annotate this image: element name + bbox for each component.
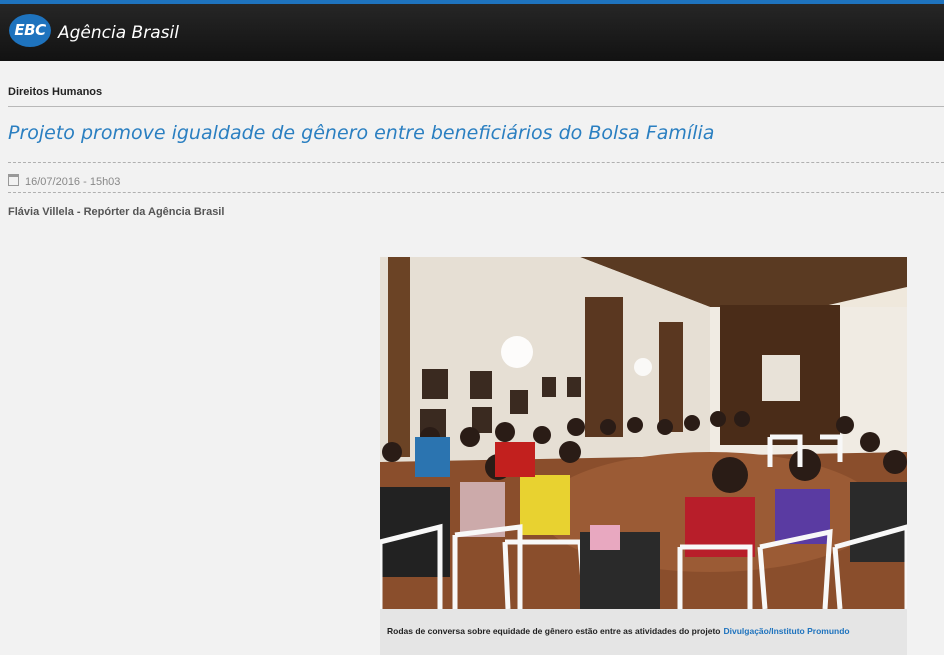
divider — [8, 106, 944, 107]
section-label[interactable]: Direitos Humanos — [8, 86, 102, 98]
divider — [8, 162, 944, 163]
caption-box: Rodas de conversa sobre equidade de gêne… — [380, 609, 907, 655]
date-row: 16/07/2016 - 15h03 — [8, 174, 120, 188]
calendar-icon — [8, 174, 19, 186]
article-photo[interactable] — [380, 257, 907, 609]
article-figure: Rodas de conversa sobre equidade de gêne… — [380, 257, 907, 655]
photo-credit[interactable]: Divulgação/Instituto Promundo — [724, 626, 850, 636]
figure-caption: Rodas de conversa sobre equidade de gêne… — [387, 626, 850, 636]
article-date: 16/07/2016 - 15h03 — [25, 176, 121, 188]
divider — [8, 192, 944, 193]
brand-name[interactable]: Agência Brasil — [58, 23, 179, 43]
caption-text: Rodas de conversa sobre equidade de gêne… — [387, 626, 721, 636]
ebc-logo[interactable]: EBC — [9, 14, 51, 47]
site-header: EBC Agência Brasil — [0, 0, 944, 61]
article-title: Projeto promove igualdade de gênero entr… — [8, 122, 715, 144]
article-author: Flávia Villela - Repórter da Agência Bra… — [8, 206, 225, 218]
